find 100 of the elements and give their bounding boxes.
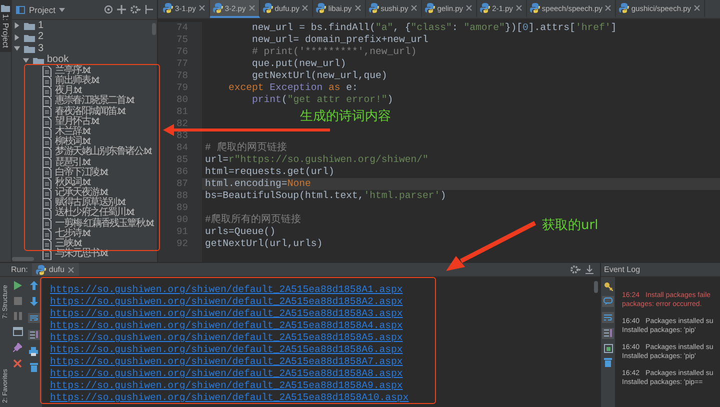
scroll-icon[interactable] xyxy=(28,330,40,340)
file-label[interactable]: 梦游天姥山别东鲁诸公.txt xyxy=(55,147,151,158)
close-icon[interactable] xyxy=(514,4,523,12)
target-icon[interactable] xyxy=(104,5,113,14)
file-label[interactable]: 送杜少府之任蜀川.txt xyxy=(55,208,134,219)
expanded-arrow-icon[interactable] xyxy=(13,44,21,54)
output-link[interactable]: https://so.gushiwen.org/shiwen/default_2A515ea88d1858A3.aspx xyxy=(50,308,600,320)
folder-icon xyxy=(24,21,35,30)
document-icon xyxy=(42,136,52,148)
code-line: new_url= domain_prefix+new_url xyxy=(251,34,428,46)
play-icon[interactable] xyxy=(13,281,22,290)
code-line: que.put(new_url) xyxy=(251,58,346,70)
settings-icon[interactable] xyxy=(130,5,141,14)
collapsed-arrow-icon[interactable] xyxy=(13,32,21,42)
code-line: url=r"https://so.gushiwen.org/shiwen/" xyxy=(205,154,428,166)
pause-icon[interactable] xyxy=(14,312,22,320)
wrap-icon[interactable] xyxy=(28,313,40,323)
expanded-arrow-icon[interactable] xyxy=(22,56,30,65)
caret-icon[interactable] xyxy=(59,8,66,12)
scrollbar xyxy=(594,281,598,293)
close-icon[interactable] xyxy=(604,4,612,12)
close-icon[interactable] xyxy=(354,4,362,12)
stop-icon[interactable] xyxy=(14,297,22,305)
layout-icon[interactable] xyxy=(12,327,22,336)
trash-icon[interactable] xyxy=(30,363,38,372)
window-icon[interactable] xyxy=(604,344,612,353)
scroll-icon[interactable] xyxy=(602,328,614,339)
document-icon xyxy=(42,188,52,199)
download-icon[interactable] xyxy=(585,265,594,274)
run-tab[interactable]: dufu xyxy=(32,263,80,276)
close-icon[interactable] xyxy=(198,4,206,12)
code-line: getNextUrl(new_url,que) xyxy=(251,70,388,82)
close-icon[interactable] xyxy=(67,266,76,274)
document-icon xyxy=(42,96,52,108)
folder-label[interactable]: 2 xyxy=(38,32,44,42)
folder-icon xyxy=(1,4,10,12)
settings-icon[interactable] xyxy=(570,265,581,274)
output-link[interactable]: https://so.gushiwen.org/shiwen/default_2A515ea88d1858A9.aspx xyxy=(50,380,600,392)
code-line: #爬取所有的网页链接 xyxy=(205,214,301,226)
python-file-icon xyxy=(530,3,540,13)
file-label[interactable]: 白帝下江陵.txt xyxy=(55,168,108,178)
key-icon[interactable] xyxy=(604,282,612,291)
document-icon xyxy=(42,106,52,118)
file-label[interactable]: 木兰辞.txt xyxy=(55,126,90,138)
annotation-label: 生成的诗词内容 xyxy=(300,108,391,125)
file-label[interactable]: 惠崇春江晓景二首.txt xyxy=(55,96,134,107)
output-link[interactable]: https://so.gushiwen.org/shiwen/default_2A515ea88d1858A7.aspx xyxy=(50,356,600,368)
code-line: html.encoding=None xyxy=(205,178,311,190)
folder-label[interactable]: book xyxy=(47,55,69,66)
output-link[interactable]: https://so.gushiwen.org/shiwen/default_2A515ea88d1858A1.aspx xyxy=(50,284,600,296)
annotation-label: 获取的url xyxy=(542,217,598,234)
python-file-icon xyxy=(619,3,630,13)
folder-label[interactable]: 3 xyxy=(38,44,44,54)
output-link[interactable]: https://so.gushiwen.org/shiwen/default_2A515ea88d1858A10.aspx xyxy=(50,392,600,404)
python-file-icon xyxy=(425,3,436,13)
code-line: urls=Queue() xyxy=(205,226,276,238)
python-file-icon xyxy=(480,3,490,13)
speech-bubble-icon[interactable] xyxy=(602,296,614,307)
code-line: print("get attr error!") xyxy=(251,94,394,106)
document-icon xyxy=(42,238,52,250)
document-icon xyxy=(42,126,52,138)
collapsed-arrow-icon[interactable] xyxy=(13,21,21,30)
document-icon xyxy=(42,178,52,189)
folder-icon xyxy=(24,32,35,42)
close-icon[interactable] xyxy=(465,4,474,12)
wrap-icon[interactable] xyxy=(602,312,614,323)
project-tool-tab[interactable]: 1: Project xyxy=(0,0,11,52)
output-link[interactable]: https://so.gushiwen.org/shiwen/default_2A515ea88d1858A2.aspx xyxy=(50,296,600,308)
document-icon xyxy=(42,198,52,210)
close-icon[interactable] xyxy=(410,4,418,12)
document-icon xyxy=(42,66,52,77)
down-arrow-icon[interactable] xyxy=(30,297,38,306)
output-link[interactable]: https://so.gushiwen.org/shiwen/default_2A515ea88d1858A4.aspx xyxy=(50,320,600,332)
printer-icon[interactable] xyxy=(29,347,38,356)
close-icon[interactable] xyxy=(248,4,256,12)
document-icon xyxy=(42,76,52,87)
output-link[interactable]: https://so.gushiwen.org/shiwen/default_2A515ea88d1858A8.aspx xyxy=(50,368,600,380)
code-line: # 爬取的网页链接 xyxy=(205,142,287,154)
code-line: except Exception as e: xyxy=(228,82,358,94)
document-icon xyxy=(42,147,52,158)
folder-label[interactable]: 1 xyxy=(38,20,44,31)
close-icon[interactable] xyxy=(693,4,702,12)
document-icon xyxy=(42,208,52,220)
code-line: bs=BeautifulSoup(html.text,'html.parser') xyxy=(205,190,446,202)
document-icon xyxy=(42,218,52,230)
folder-icon xyxy=(24,44,35,54)
run-label: Run: xyxy=(11,265,28,274)
folder-icon xyxy=(33,56,44,65)
output-link[interactable]: https://so.gushiwen.org/shiwen/default_2A515ea88d1858A6.aspx xyxy=(50,344,600,356)
panel-icon xyxy=(16,6,25,14)
trash-icon[interactable] xyxy=(604,358,612,367)
python-file-icon xyxy=(368,3,379,13)
output-link[interactable]: https://so.gushiwen.org/shiwen/default_2A515ea88d1858A5.aspx xyxy=(50,332,600,344)
close-icon[interactable] xyxy=(13,359,22,368)
close-icon[interactable] xyxy=(301,4,310,12)
document-icon xyxy=(42,248,52,260)
document-icon xyxy=(42,86,52,97)
document-icon xyxy=(42,228,52,240)
up-arrow-icon[interactable] xyxy=(30,281,38,290)
python-file-icon xyxy=(316,3,326,13)
